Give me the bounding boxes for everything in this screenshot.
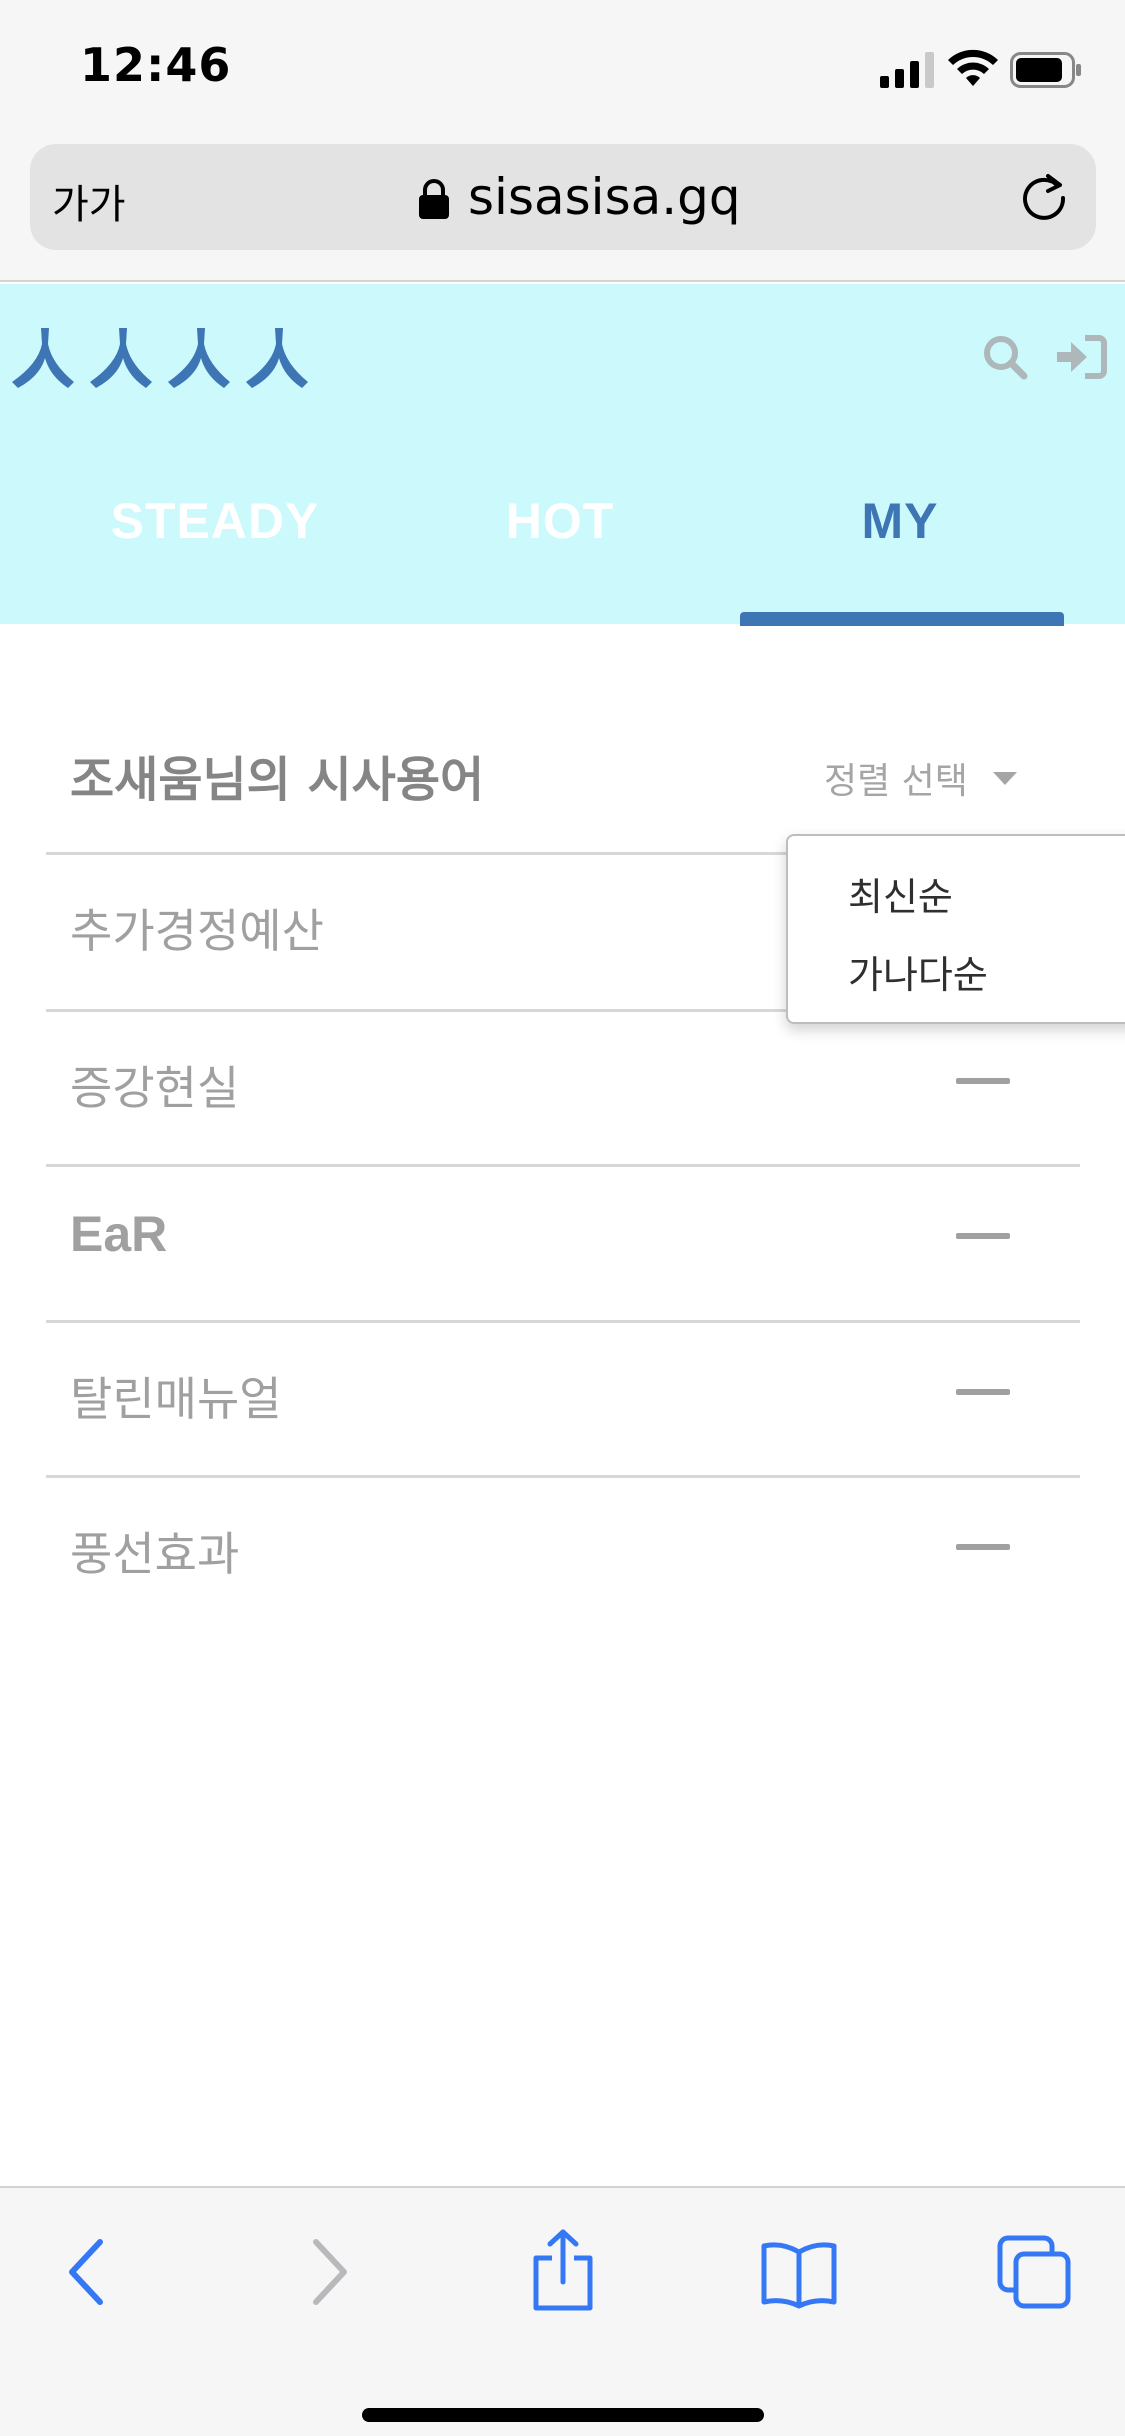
back-icon[interactable]	[64, 2236, 110, 2308]
browser-url-area: 가가 sisasisa.gq	[0, 140, 1125, 282]
sort-option-alphabetical[interactable]: 가나다순	[848, 944, 988, 999]
list-item[interactable]: 풍선효과	[46, 1475, 1080, 1630]
text-size-button[interactable]: 가가	[52, 172, 126, 230]
screen: 12:46 가가 sisasisa.gq STEADY HOT MY 조새움님의…	[0, 0, 1125, 2436]
sort-dropdown-menu: 최신순 가나다순	[786, 834, 1125, 1024]
list-item[interactable]: 증강현실	[46, 1009, 1080, 1164]
reload-icon[interactable]	[1018, 172, 1070, 224]
tabs-icon[interactable]	[996, 2234, 1072, 2310]
remove-icon[interactable]	[956, 1078, 1010, 1084]
battery-icon	[1010, 52, 1081, 88]
sort-select-button[interactable]: 정렬 선택	[824, 752, 968, 804]
term-label[interactable]: 풍선효과	[70, 1518, 239, 1584]
wifi-icon	[948, 49, 998, 86]
status-time: 12:46	[80, 38, 232, 92]
term-label[interactable]: EaR	[70, 1205, 167, 1263]
remove-icon[interactable]	[956, 1389, 1010, 1395]
list-item[interactable]: EaR	[46, 1164, 1080, 1319]
lock-icon	[419, 179, 449, 219]
address-bar[interactable]: 가가 sisasisa.gq	[30, 144, 1096, 250]
app-header: STEADY HOT MY	[0, 284, 1125, 626]
remove-icon[interactable]	[956, 1544, 1010, 1550]
cellular-signal-icon	[880, 52, 934, 88]
remove-icon[interactable]	[956, 1233, 1010, 1239]
browser-toolbar	[0, 2186, 1125, 2436]
caret-down-icon[interactable]	[993, 772, 1017, 786]
page-title: 조새움님의 시사용어	[70, 752, 485, 808]
term-label[interactable]: 탈린매뉴얼	[70, 1363, 282, 1429]
status-bar: 12:46	[0, 0, 1125, 140]
url-domain[interactable]: sisasisa.gq	[468, 168, 741, 226]
app-logo[interactable]	[10, 324, 316, 390]
list-item[interactable]: 탈린매뉴얼	[46, 1320, 1080, 1475]
tab-hot[interactable]: HOT	[460, 492, 660, 550]
tab-my[interactable]: MY	[800, 492, 1000, 550]
tab-steady[interactable]: STEADY	[80, 492, 350, 550]
home-indicator[interactable]	[362, 2408, 764, 2422]
forward-icon[interactable]	[306, 2236, 352, 2308]
bookmarks-icon[interactable]	[760, 2240, 838, 2310]
term-label[interactable]: 증강현실	[70, 1052, 239, 1118]
active-tab-indicator	[740, 612, 1064, 626]
term-label[interactable]: 추가경정예산	[70, 895, 324, 961]
share-icon[interactable]	[528, 2228, 598, 2312]
search-icon[interactable]	[982, 334, 1028, 380]
login-icon[interactable]	[1055, 334, 1107, 380]
sort-option-latest[interactable]: 최신순	[848, 866, 953, 921]
